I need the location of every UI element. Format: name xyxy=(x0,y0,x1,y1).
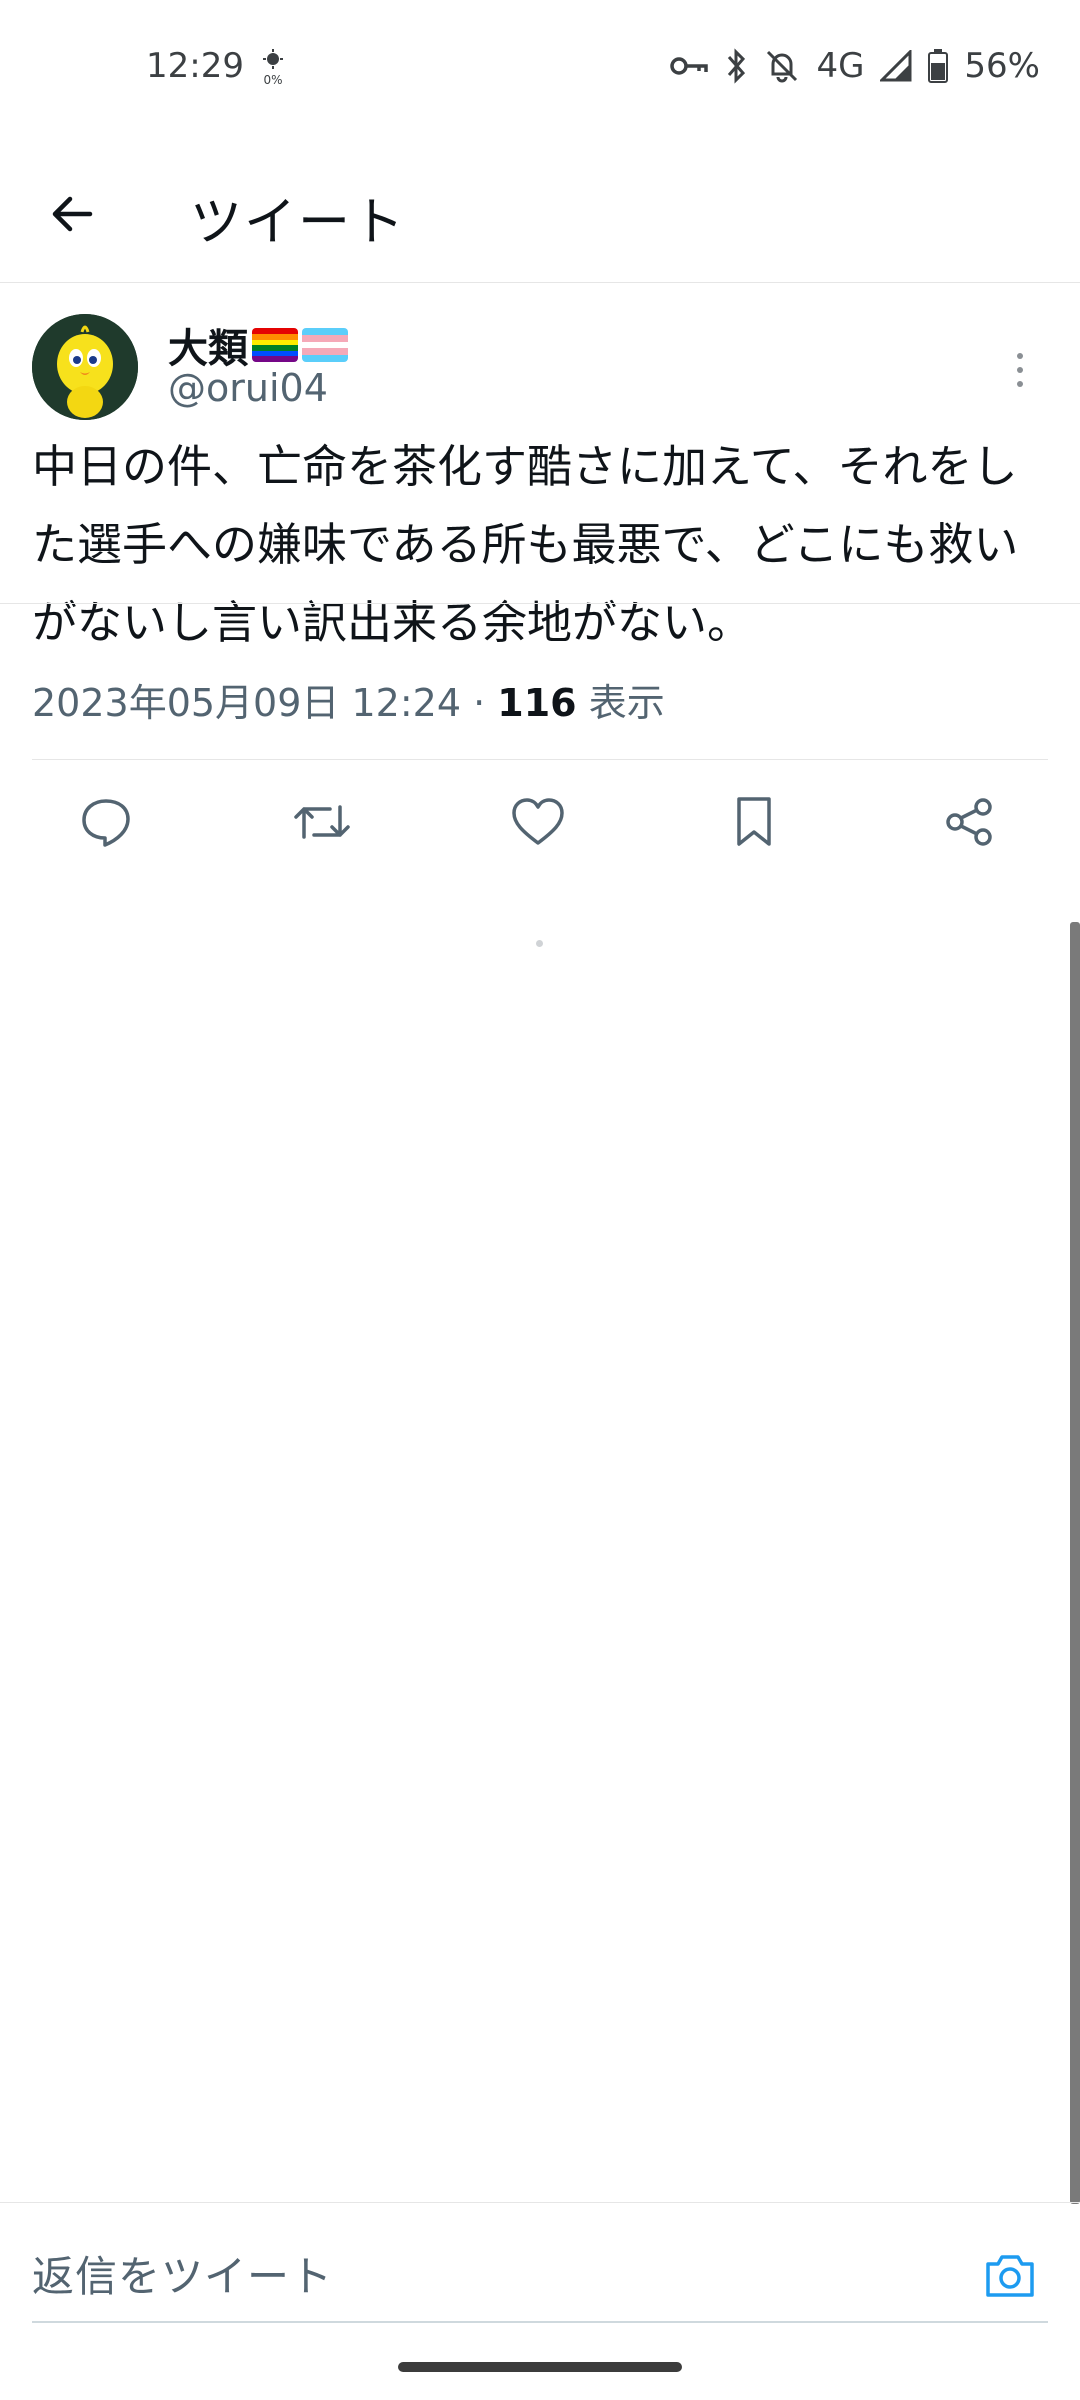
action-bar xyxy=(0,760,1080,884)
reply-underline xyxy=(32,2321,1048,2323)
divider xyxy=(0,603,1080,604)
home-indicator[interactable] xyxy=(398,2362,682,2372)
scrollbar[interactable] xyxy=(1070,922,1080,2204)
status-bar: 12:29 0% 4G 56% xyxy=(0,0,1080,140)
sensor-icon: 0% xyxy=(263,49,283,87)
battery-icon xyxy=(928,49,949,83)
back-button[interactable] xyxy=(34,176,110,252)
meta-separator: · xyxy=(473,681,486,725)
more-dot-icon xyxy=(1017,353,1023,359)
battery-percent: 56% xyxy=(964,46,1040,86)
views-count: 116 xyxy=(497,681,577,725)
reply-button[interactable] xyxy=(74,790,138,854)
signal-icon xyxy=(880,50,912,82)
more-dot-icon xyxy=(1017,367,1023,373)
share-icon xyxy=(946,798,992,846)
vpn-key-icon xyxy=(670,57,709,75)
more-options-button[interactable] xyxy=(1000,340,1040,400)
transgender-flag-icon xyxy=(302,328,348,362)
tweet-timestamp[interactable]: 2023年05月09日 12:24 xyxy=(32,681,461,725)
retweet-button[interactable] xyxy=(290,790,354,854)
reply-input[interactable]: 返信をツイート xyxy=(32,2243,333,2304)
tweet-text: 中日の件、亡命を茶化す酷さに加えて、それをした選手への嫌味である所も最悪で、どこ… xyxy=(32,440,1019,649)
rainbow-flag-icon xyxy=(252,328,298,362)
avatar-image xyxy=(32,314,138,420)
sensor-label: 0% xyxy=(263,73,282,87)
retweet-icon xyxy=(294,805,350,839)
sensor-indicator: 0% xyxy=(258,48,288,92)
views-label: 表示 xyxy=(588,681,665,725)
status-icons: 4G 56% xyxy=(670,44,1040,88)
arrow-left-icon xyxy=(52,196,93,232)
like-button[interactable] xyxy=(506,790,570,854)
network-type: 4G xyxy=(816,46,865,86)
camera-icon xyxy=(986,2255,1034,2297)
page-title: ツイート xyxy=(190,193,407,253)
status-time: 12:29 xyxy=(146,46,244,86)
loading-indicator xyxy=(536,940,543,947)
heart-icon xyxy=(512,798,564,845)
app-bar: ツイート xyxy=(0,140,1080,283)
user-handle[interactable]: @orui04 xyxy=(168,366,328,410)
comment-icon xyxy=(82,799,130,847)
avatar[interactable] xyxy=(32,314,138,420)
camera-button[interactable] xyxy=(980,2245,1040,2305)
more-dot-icon xyxy=(1017,381,1023,387)
bookmark-icon xyxy=(737,797,771,846)
tweet-meta: 2023年05月09日 12:24 · 116 表示 xyxy=(32,672,665,727)
share-button[interactable] xyxy=(938,790,1002,854)
bookmark-button[interactable] xyxy=(722,790,786,854)
notifications-off-icon xyxy=(767,50,798,83)
bluetooth-icon xyxy=(728,48,746,84)
reply-composer: 返信をツイート xyxy=(0,2202,1080,2323)
